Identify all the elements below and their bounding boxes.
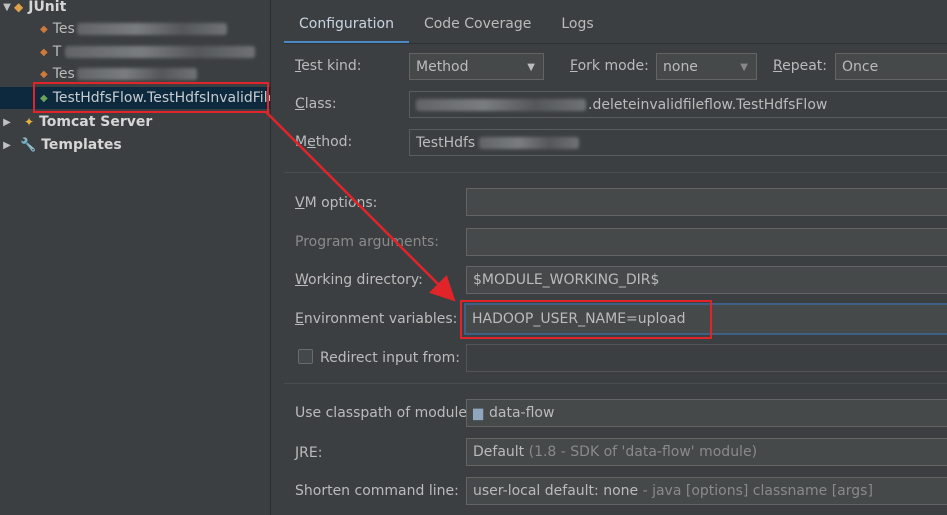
- run-config-tree: ▼ ◆ JUnit ◆ Tes ◆ T ◆ Tes ◆ TestHdfsFlow…: [0, 0, 271, 515]
- tree-item-selected-test[interactable]: ◆ TestHdfsFlow.TestHdfsInvalidFile: [0, 87, 270, 109]
- tomcat-icon: ✦: [24, 115, 35, 129]
- tab-logs[interactable]: Logs: [546, 0, 608, 44]
- classpath-module-label: Use classpath of module:: [295, 405, 472, 421]
- working-directory-label: Working directory:: [295, 272, 423, 288]
- method-label: Method:: [295, 134, 353, 150]
- tree-item-test-1[interactable]: ◆ Tes: [0, 18, 270, 40]
- blurred-text: [76, 68, 197, 80]
- repeat-label: Repeat:: [773, 58, 828, 74]
- chevron-right-icon[interactable]: ▶: [0, 117, 14, 128]
- module-folder-icon: ▆: [473, 405, 483, 421]
- working-directory-input[interactable]: $MODULE_WORKING_DIR$: [466, 266, 947, 294]
- test-class-icon: ◆: [40, 46, 48, 58]
- fork-mode-label: Fork mode:: [570, 58, 649, 74]
- chevron-down-icon[interactable]: ▼: [0, 2, 14, 13]
- redirect-input-field[interactable]: [466, 344, 947, 372]
- blurred-text: [416, 98, 586, 111]
- redirect-input-label: Redirect input from:: [320, 350, 460, 366]
- test-class-icon: ◆: [40, 23, 48, 35]
- classpath-module-combo[interactable]: ▆ data-flow: [466, 399, 947, 427]
- tab-configuration[interactable]: Configuration: [284, 0, 409, 44]
- junit-icon: ◆: [14, 0, 24, 14]
- environment-variables-label: Environment variables:: [295, 311, 458, 327]
- fork-mode-combo[interactable]: none ▼: [656, 53, 757, 80]
- chevron-right-icon[interactable]: ▶: [0, 140, 14, 151]
- dropdown-arrow-icon: ▼: [740, 62, 748, 73]
- blurred-text: [479, 136, 580, 149]
- test-kind-label: Test kind:: [295, 58, 362, 74]
- blurred-text: [65, 46, 256, 58]
- tree-node-junit[interactable]: ▼ ◆ JUnit: [0, 0, 270, 18]
- test-method-icon: ◆: [40, 92, 48, 104]
- tab-code-coverage[interactable]: Code Coverage: [409, 0, 546, 44]
- jre-combo[interactable]: Default (1.8 - SDK of 'data-flow' module…: [466, 438, 947, 466]
- tree-item-test-2[interactable]: ◆ T: [0, 41, 270, 63]
- tree-node-templates[interactable]: ▶ 🔧 Templates: [0, 134, 270, 156]
- tree-node-tomcat[interactable]: ▶ ✦ Tomcat Server: [0, 111, 270, 133]
- tab-divider: [284, 43, 947, 44]
- section-divider: [284, 172, 947, 173]
- tree-item-test-3[interactable]: ◆ Tes: [0, 63, 270, 85]
- program-arguments-input[interactable]: [466, 228, 947, 256]
- shorten-command-line-label: Shorten command line:: [295, 483, 459, 499]
- repeat-combo[interactable]: Once: [835, 53, 947, 80]
- method-field[interactable]: TestHdfs: [409, 129, 947, 156]
- environment-variables-input[interactable]: HADOOP_USER_NAME=upload: [464, 303, 947, 335]
- class-field[interactable]: .deleteinvalidfileflow.TestHdfsFlow: [409, 91, 947, 118]
- vm-options-label: VM options:: [295, 195, 378, 211]
- section-divider: [284, 383, 947, 384]
- configuration-panel: Configuration Code Coverage Logs Test ki…: [272, 0, 947, 515]
- redirect-input-checkbox[interactable]: [298, 349, 313, 364]
- shorten-command-line-combo[interactable]: user-local default: none - java [options…: [466, 477, 947, 505]
- jre-label: JRE:: [295, 445, 323, 461]
- blurred-text: [76, 23, 227, 35]
- vm-options-input[interactable]: [466, 188, 947, 216]
- class-label: Class:: [295, 96, 337, 112]
- test-class-icon: ◆: [40, 68, 48, 80]
- wrench-icon: 🔧: [20, 137, 37, 153]
- test-kind-combo[interactable]: Method ▼: [409, 53, 544, 80]
- dropdown-arrow-icon: ▼: [527, 62, 535, 73]
- program-arguments-label: Program arguments:: [295, 234, 439, 250]
- tab-bar: Configuration Code Coverage Logs: [284, 0, 609, 44]
